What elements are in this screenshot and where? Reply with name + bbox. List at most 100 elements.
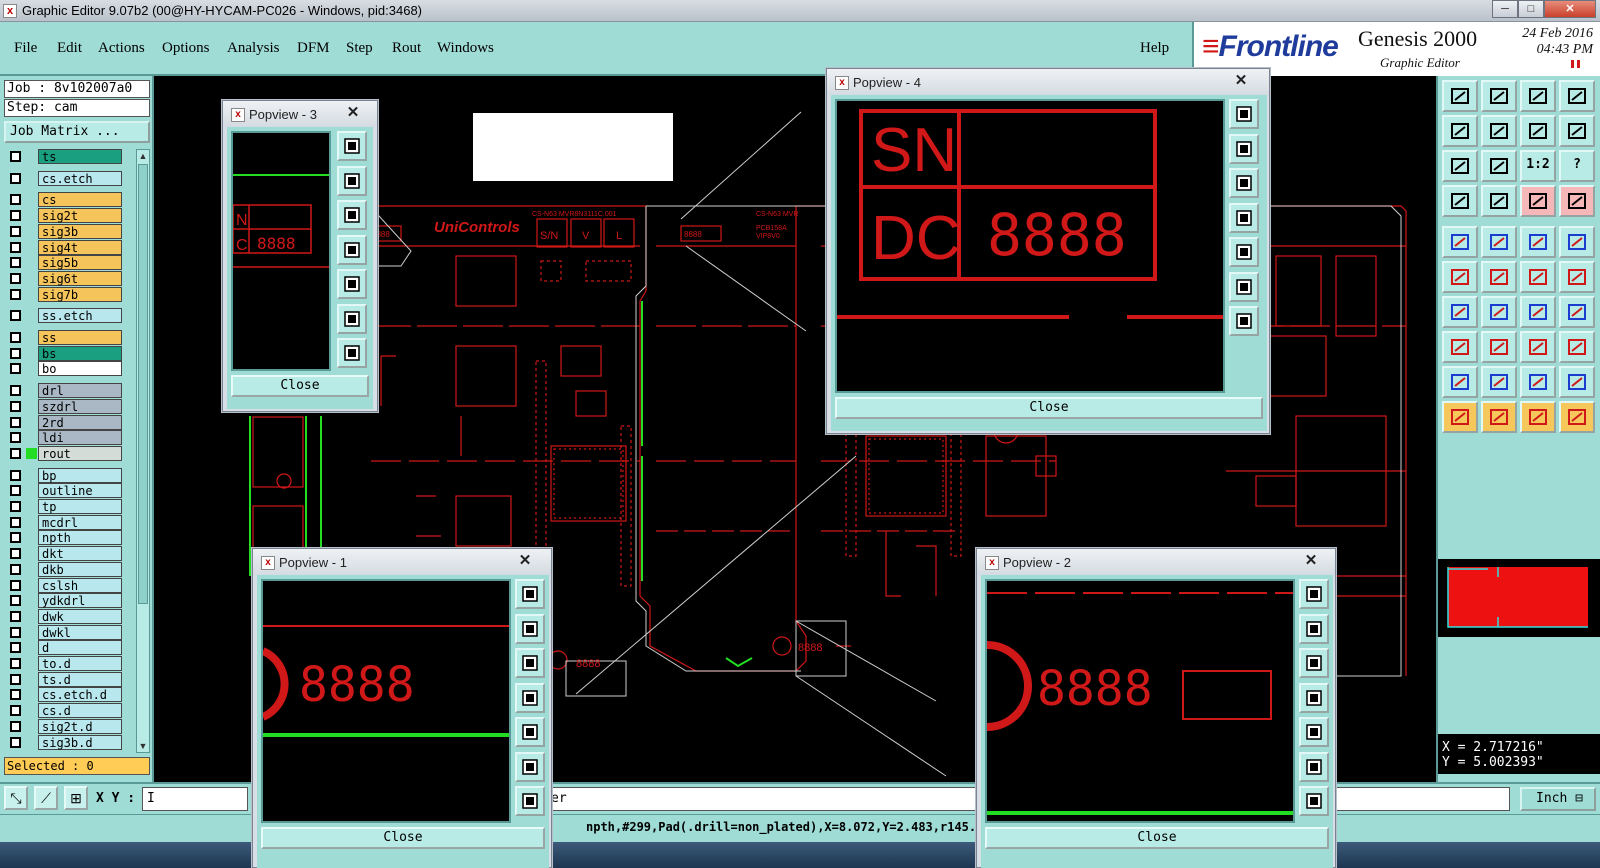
popview-1-zoom-up-icon[interactable]: [515, 613, 545, 644]
overview-map[interactable]: [1438, 559, 1600, 637]
arc-icon[interactable]: [1520, 296, 1556, 328]
layer-row[interactable]: ss.etch: [4, 308, 134, 324]
grid-tool-icon[interactable]: ⊞: [64, 786, 88, 810]
layer-name[interactable]: szdrl: [38, 398, 122, 414]
layer-row[interactable]: ts.d: [4, 671, 134, 687]
popview-4-fit-icon[interactable]: [1229, 271, 1259, 302]
layer-row[interactable]: outline: [4, 483, 134, 499]
layer-row[interactable]: dkt: [4, 546, 134, 562]
layer-name[interactable]: drl: [38, 383, 122, 399]
layer-row[interactable]: cs.etch.d: [4, 687, 134, 703]
popview-1-center-icon[interactable]: [515, 786, 545, 816]
layer-checkbox[interactable]: [10, 658, 21, 669]
popview-4-pan-right-icon[interactable]: [1229, 237, 1259, 267]
layer-checkbox[interactable]: [10, 705, 21, 717]
ratio-icon[interactable]: 1:2: [1520, 150, 1556, 182]
popview-2-view[interactable]: 8888: [985, 579, 1295, 823]
layer-checkbox[interactable]: [10, 241, 21, 253]
maximize-button[interactable]: □: [1518, 0, 1544, 18]
layer-row[interactable]: cs: [4, 192, 134, 208]
layer-row[interactable]: sig2t: [4, 208, 134, 224]
layer-checkbox[interactable]: [10, 272, 21, 284]
layer-checkbox[interactable]: [10, 172, 21, 184]
layer-checkbox[interactable]: [10, 332, 21, 343]
layer-row[interactable]: mcdrl: [4, 514, 134, 530]
layer-checkbox[interactable]: [10, 400, 21, 412]
layer-checkbox[interactable]: [10, 689, 21, 701]
layer-checkbox[interactable]: [10, 469, 21, 481]
popview-2-close-button[interactable]: Close: [985, 827, 1329, 849]
popview-4-zoom-in-icon[interactable]: [1229, 99, 1259, 129]
pad-select-icon[interactable]: [1559, 226, 1595, 258]
popview-4-zoom-down-icon[interactable]: [1229, 168, 1259, 198]
popview-2-zoom-down-icon[interactable]: [1299, 648, 1329, 678]
layer-name[interactable]: tp: [38, 499, 122, 514]
add-pad-icon[interactable]: [1442, 226, 1478, 258]
minimize-button[interactable]: ─: [1492, 0, 1518, 18]
popview-3-view[interactable]: N C 8888: [231, 131, 331, 371]
layer-name[interactable]: sig3b.d: [38, 734, 122, 750]
layer-row[interactable]: bo: [4, 361, 134, 377]
xy-input[interactable]: I: [142, 787, 248, 811]
layer-scrollbar[interactable]: ▲ ▼: [136, 149, 150, 753]
zoom-tool-icon[interactable]: ⤡: [4, 786, 28, 810]
layer-row[interactable]: sig6t: [4, 270, 134, 286]
layer-name[interactable]: sig6t: [38, 270, 122, 286]
layer-name[interactable]: dwk: [38, 608, 122, 624]
popview-1-close-icon[interactable]: ✕: [505, 551, 545, 571]
layer-name[interactable]: ldi: [38, 430, 122, 446]
layer-checkbox[interactable]: [10, 626, 21, 638]
step-right-icon[interactable]: [1481, 115, 1517, 147]
layer-name[interactable]: sig2t: [38, 208, 122, 224]
layer-row[interactable]: dkb: [4, 561, 134, 577]
cross-icon[interactable]: [1481, 261, 1517, 293]
popview-2-zoom-in-icon[interactable]: [1299, 579, 1329, 609]
layer-checkbox[interactable]: [10, 385, 21, 397]
popview-1-pan-right-icon[interactable]: [515, 717, 545, 747]
popview-1-pan-left-icon[interactable]: [515, 682, 545, 713]
layer-name[interactable]: cs.etch: [38, 170, 122, 186]
layer-checkbox[interactable]: [10, 363, 21, 375]
layer-row[interactable]: cs.d: [4, 703, 134, 719]
tri-a-icon[interactable]: [1481, 366, 1517, 398]
popview-3-zoom-in-icon[interactable]: [337, 131, 367, 161]
popview-4-close-icon[interactable]: ✕: [1221, 71, 1261, 91]
popview-4-close-button[interactable]: Close: [835, 397, 1263, 419]
measure-tool-icon[interactable]: ⟋: [34, 786, 58, 810]
scroll-up-icon[interactable]: ▲: [137, 150, 149, 162]
unit-selector[interactable]: Inch ⊟: [1520, 787, 1596, 811]
route-icon[interactable]: [1520, 261, 1556, 293]
slash-icon[interactable]: [1481, 296, 1517, 328]
swap-icon[interactable]: [1520, 115, 1556, 147]
layer-name[interactable]: dkb: [38, 561, 122, 577]
pointer-select-icon[interactable]: [1481, 401, 1517, 433]
popview-4-view[interactable]: SN DC 8888: [835, 99, 1225, 393]
popview-1-zoom-in-icon[interactable]: [515, 579, 545, 609]
layer-checkbox[interactable]: [10, 416, 21, 428]
popview-2-fit-icon[interactable]: [1299, 751, 1329, 782]
layer-name[interactable]: rout: [38, 445, 122, 461]
menu-options[interactable]: Options: [162, 40, 210, 57]
scroll-down-icon[interactable]: ▼: [137, 740, 149, 752]
popview-3-zoom-up-icon[interactable]: [337, 165, 367, 196]
layer-name[interactable]: ss.etch: [38, 308, 122, 324]
layer-checkbox[interactable]: [10, 673, 21, 685]
popview-3-close-button[interactable]: Close: [231, 375, 369, 397]
layer-checkbox[interactable]: [10, 447, 21, 459]
layer-checkbox[interactable]: [10, 720, 21, 732]
triangle-icon[interactable]: [1442, 366, 1478, 398]
layer-name[interactable]: npth: [38, 530, 122, 546]
layer-checkbox[interactable]: [10, 225, 21, 237]
menu-windows[interactable]: Windows: [437, 40, 494, 57]
layer-row[interactable]: bp: [4, 467, 134, 483]
close-window-button[interactable]: ✕: [1544, 0, 1596, 18]
dash-icon[interactable]: [1481, 331, 1517, 363]
popview-1-header[interactable]: x Popview - 1 ✕: [253, 549, 551, 575]
layer-row[interactable]: to.d: [4, 656, 134, 671]
measure-icon[interactable]: [1442, 185, 1478, 217]
layer-checkbox[interactable]: [10, 501, 21, 512]
layer-row[interactable]: sig7b: [4, 286, 134, 302]
dot-icon[interactable]: [1442, 331, 1478, 363]
layer-row[interactable]: ts: [4, 149, 134, 164]
layer-row[interactable]: npth: [4, 530, 134, 546]
